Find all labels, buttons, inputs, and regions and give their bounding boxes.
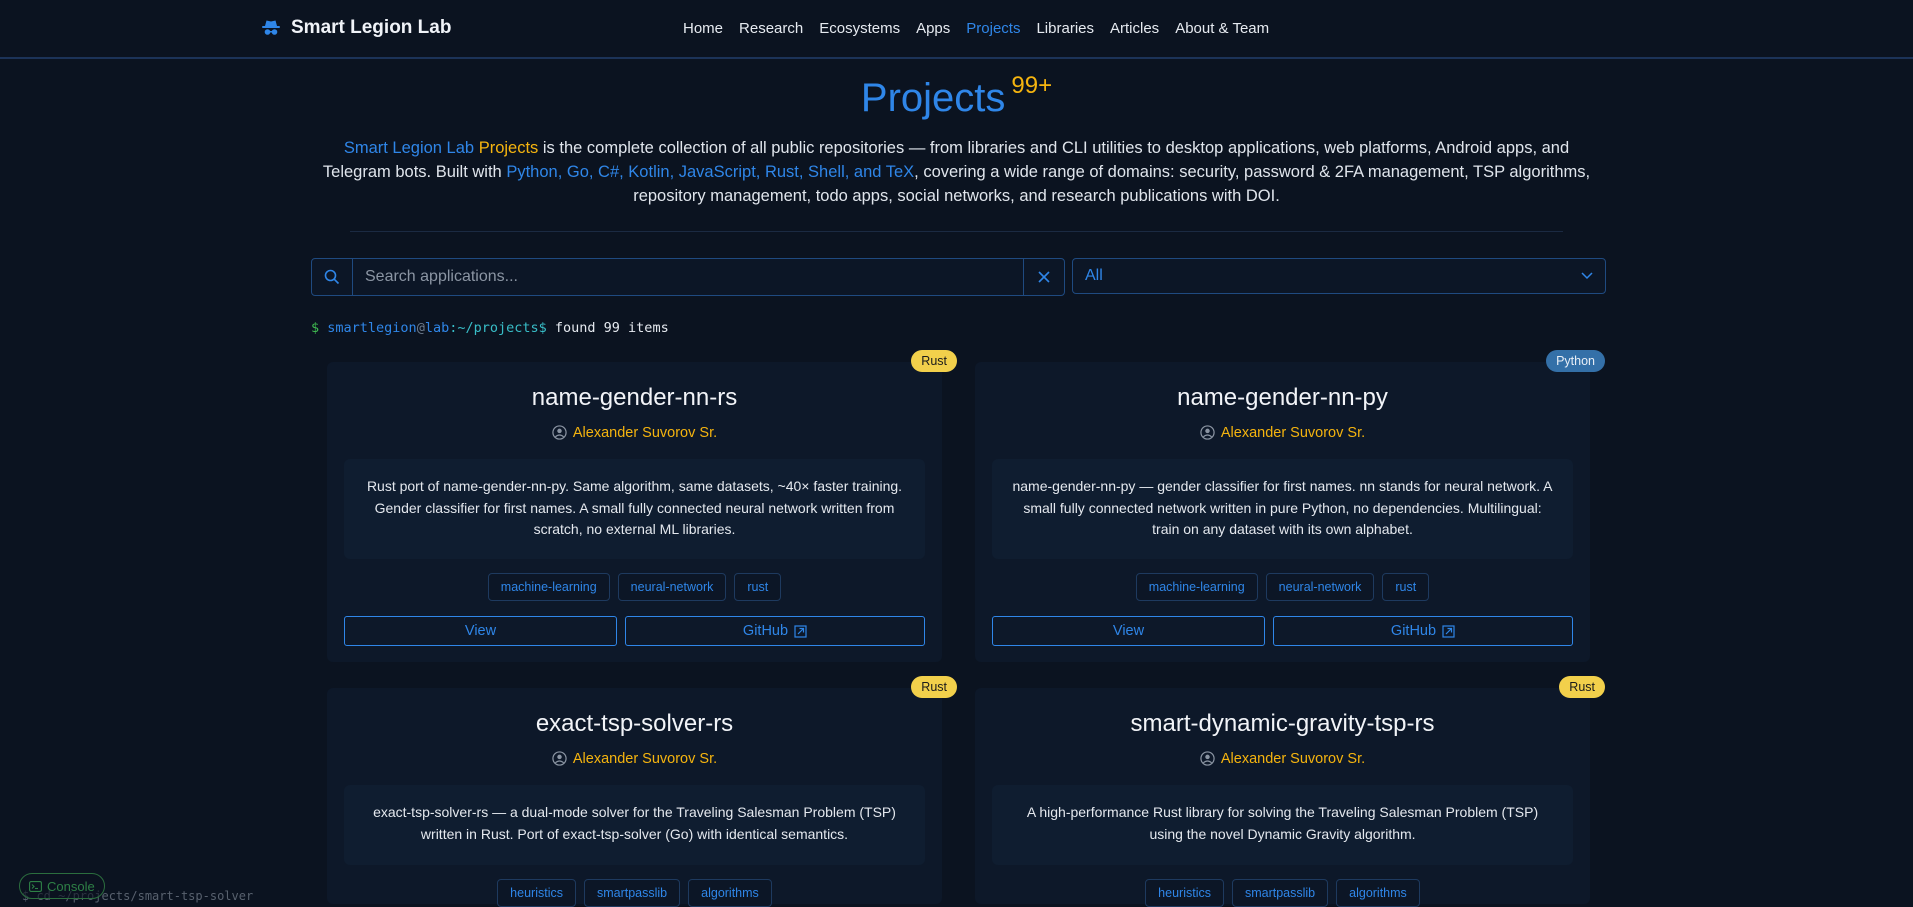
project-description: A high-performance Rust library for solv… <box>992 785 1573 865</box>
card-actions: View GitHub <box>992 616 1573 646</box>
page-title-text: Projects <box>860 76 1006 120</box>
language-badge: Rust <box>911 350 957 372</box>
external-link-icon <box>794 624 807 638</box>
tag[interactable]: algorithms <box>1336 879 1420 907</box>
terminal-host: lab <box>424 320 450 336</box>
terminal-line: $ smartlegion@lab:~/projects$ found 99 i… <box>311 320 669 336</box>
language-badge: Rust <box>911 676 957 698</box>
github-button[interactable]: GitHub <box>625 616 925 646</box>
chevron-down-icon <box>1581 272 1593 280</box>
nav-home[interactable]: Home <box>683 20 723 37</box>
tag-list: machine-learning neural-network rust <box>327 573 942 601</box>
user-circle-icon <box>1200 751 1215 766</box>
project-name: exact-tsp-solver-rs <box>535 710 734 737</box>
nav-libraries[interactable]: Libraries <box>1036 20 1094 37</box>
category-filter-select[interactable]: All <box>1072 258 1606 294</box>
console-button[interactable]: Console <box>19 873 105 899</box>
github-button[interactable]: GitHub <box>1273 616 1573 646</box>
project-author: Alexander Suvorov Sr. <box>975 751 1590 767</box>
nav-projects[interactable]: Projects <box>966 20 1020 37</box>
project-name: name-gender-nn-py <box>1177 384 1388 411</box>
author-name[interactable]: Alexander Suvorov Sr. <box>573 751 717 767</box>
tag[interactable]: neural-network <box>617 573 727 601</box>
tag[interactable]: machine-learning <box>487 573 610 601</box>
close-icon <box>1038 271 1050 283</box>
spy-icon <box>262 20 280 35</box>
project-card: Python name-gender-nn-py Alexander Suvor… <box>975 350 1605 662</box>
view-button[interactable]: View <box>992 616 1265 646</box>
page-header: Projects 99+ <box>0 72 1913 121</box>
project-description: Rust port of name-gender-nn-py. Same alg… <box>344 459 925 559</box>
nav-apps[interactable]: Apps <box>916 20 950 37</box>
view-button[interactable]: View <box>344 616 617 646</box>
intro-text: Smart Legion Lab Projects is the complet… <box>310 136 1603 208</box>
project-count: 99+ <box>1011 72 1053 99</box>
language-badge: Python <box>1546 350 1605 372</box>
user-circle-icon <box>1200 425 1215 440</box>
project-card: Rust name-gender-nn-rs Alexander Suvorov… <box>327 350 957 662</box>
brand-link[interactable]: Smart Legion Lab <box>261 17 451 39</box>
terminal-icon <box>29 880 42 892</box>
github-label: GitHub <box>1390 623 1437 639</box>
tag[interactable]: smartpasslib <box>1231 879 1329 907</box>
search-bar <box>311 258 1065 296</box>
project-card: Rust smart-dynamic-gravity-tsp-rs Alexan… <box>975 676 1605 907</box>
user-circle-icon <box>552 751 567 766</box>
terminal-prompt-dollar: $ <box>311 320 320 336</box>
tag-list: machine-learning neural-network rust <box>975 573 1590 601</box>
tag[interactable]: neural-network <box>1265 573 1375 601</box>
project-card: Rust exact-tsp-solver-rs Alexander Suvor… <box>327 676 957 907</box>
tag[interactable]: smartpasslib <box>583 879 681 907</box>
nav-research[interactable]: Research <box>739 20 803 37</box>
tag[interactable]: heuristics <box>497 879 576 907</box>
nav-ecosystems[interactable]: Ecosystems <box>819 20 900 37</box>
intro-languages: Python, Go, C#, Kotlin, JavaScript, Rust… <box>506 163 915 181</box>
github-label: GitHub <box>742 623 789 639</box>
navbar: Smart Legion Lab Home Research Ecosystem… <box>0 0 1913 59</box>
project-name: smart-dynamic-gravity-tsp-rs <box>1130 710 1435 737</box>
intro-projects: Projects <box>478 139 539 157</box>
tag-list: heuristics smartpasslib algorithms <box>975 879 1590 907</box>
tag[interactable]: heuristics <box>1145 879 1224 907</box>
tag-list: heuristics smartpasslib algorithms <box>327 879 942 907</box>
project-name: name-gender-nn-rs <box>531 384 738 411</box>
tag[interactable]: machine-learning <box>1135 573 1258 601</box>
terminal-output: found 99 items <box>554 320 669 336</box>
external-link-icon <box>1442 624 1455 638</box>
brand-name: Smart Legion Lab <box>291 17 452 38</box>
tag[interactable]: rust <box>734 573 782 601</box>
intro-lab: Smart Legion Lab <box>343 139 475 157</box>
author-name[interactable]: Alexander Suvorov Sr. <box>1221 425 1365 441</box>
main-nav: Home Research Ecosystems Apps Projects L… <box>683 20 1269 37</box>
terminal-at: @ <box>416 320 425 336</box>
terminal-path: :~/projects$ <box>449 320 547 336</box>
nav-articles[interactable]: Articles <box>1110 20 1159 37</box>
clear-search-button[interactable] <box>1023 259 1064 295</box>
console-label: Console <box>47 878 95 894</box>
terminal-user: smartlegion <box>327 320 417 336</box>
search-icon <box>312 259 353 295</box>
card-actions: View GitHub <box>344 616 925 646</box>
project-author: Alexander Suvorov Sr. <box>327 751 942 767</box>
language-badge: Rust <box>1559 676 1605 698</box>
nav-about-team[interactable]: About & Team <box>1175 20 1269 37</box>
tag[interactable]: rust <box>1382 573 1430 601</box>
filter-selected-value: All <box>1085 267 1103 284</box>
user-circle-icon <box>552 425 567 440</box>
author-name[interactable]: Alexander Suvorov Sr. <box>573 425 717 441</box>
project-author: Alexander Suvorov Sr. <box>975 425 1590 441</box>
search-input[interactable] <box>353 259 1023 295</box>
project-description: name-gender-nn-py — gender classifier fo… <box>992 459 1573 559</box>
tag[interactable]: algorithms <box>688 879 772 907</box>
project-description: exact-tsp-solver-rs — a dual-mode solver… <box>344 785 925 865</box>
author-name[interactable]: Alexander Suvorov Sr. <box>1221 751 1365 767</box>
divider <box>350 231 1563 232</box>
page-title: Projects 99+ <box>860 72 1052 121</box>
project-author: Alexander Suvorov Sr. <box>327 425 942 441</box>
